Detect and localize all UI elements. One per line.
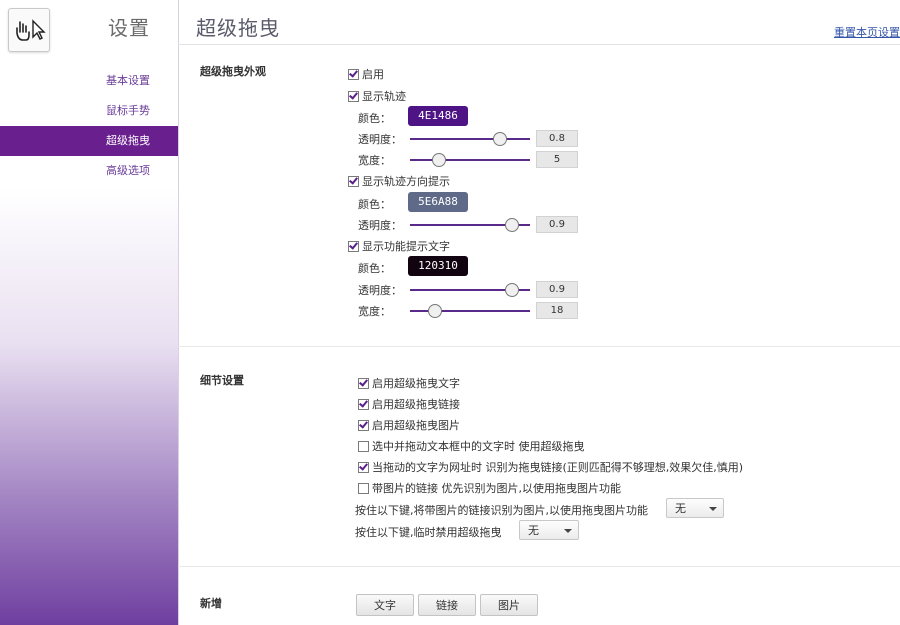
key-disable-label: 按住以下键,临时禁用超级拖曳: [355, 526, 502, 539]
section-label-appearance: 超级拖曳外观: [200, 65, 266, 78]
detail-option-row[interactable]: 启用超级拖曳图片: [358, 417, 460, 433]
text-width-label: 宽度：: [358, 305, 391, 318]
direction-opacity-label: 透明度：: [358, 219, 402, 232]
slider-thumb[interactable]: [431, 153, 446, 167]
sidebar-item-super-drag[interactable]: 超级拖曳: [0, 126, 178, 156]
trail-color-label: 颜色：: [358, 112, 391, 125]
trail-color-picker[interactable]: 4E1486: [408, 106, 468, 126]
slider-thumb[interactable]: [493, 132, 507, 146]
text-opacity-slider[interactable]: [410, 283, 530, 297]
detail-option-label: 启用超级拖曳链接: [372, 398, 460, 411]
section-divider: [178, 346, 900, 347]
add-text-rule-button[interactable]: 文字: [356, 594, 414, 616]
detail-option-label: 启用超级拖曳图片: [372, 419, 460, 432]
show-direction-checkbox-row[interactable]: 显示轨迹方向提示: [348, 173, 450, 189]
slider-thumb[interactable]: [428, 304, 443, 318]
section-label-new: 新增: [200, 597, 222, 610]
detail-option-label: 当拖动的文字为网址时 识别为拖曳链接(正则匹配得不够理想,效果欠佳,慎用): [372, 461, 744, 474]
show-trail-checkbox[interactable]: [348, 90, 359, 102]
show-direction-label: 显示轨迹方向提示: [362, 175, 450, 188]
text-color-label: 颜色：: [358, 262, 391, 275]
detail-option-label: 启用超级拖曳文字: [372, 377, 460, 390]
detail-option-row[interactable]: 选中并拖动文本框中的文字时 使用超级拖曳: [358, 438, 585, 454]
slider-thumb[interactable]: [505, 283, 519, 297]
key-disable-select-value: 无: [528, 524, 539, 537]
page-title: 超级拖曳: [196, 16, 280, 40]
trail-width-label: 宽度：: [358, 154, 391, 167]
detail-option-label: 选中并拖动文本框中的文字时 使用超级拖曳: [372, 440, 585, 453]
direction-opacity-slider[interactable]: [410, 218, 530, 232]
detail-option-row[interactable]: 启用超级拖曳链接: [358, 396, 460, 412]
detail-option-row[interactable]: 启用超级拖曳文字: [358, 375, 460, 391]
trail-width-value[interactable]: 5: [536, 151, 578, 168]
sidebar-nav: 基本设置 鼠标手势 超级拖曳 高级选项: [0, 66, 178, 186]
text-opacity-value[interactable]: 0.9: [536, 281, 578, 298]
show-text-label: 显示功能提示文字: [362, 240, 450, 253]
enable-checkbox[interactable]: [348, 68, 359, 80]
sidebar-item-mouse-gesture[interactable]: 鼠标手势: [0, 96, 178, 126]
direction-color-label: 颜色：: [358, 198, 391, 211]
enable-checkbox-row[interactable]: 启用: [348, 66, 384, 82]
detail-checkbox[interactable]: [358, 419, 369, 431]
show-text-checkbox-row[interactable]: 显示功能提示文字: [348, 238, 450, 254]
chevron-down-icon: [709, 507, 717, 511]
sidebar-item-advanced[interactable]: 高级选项: [0, 156, 178, 186]
sidebar: 设置 基本设置 鼠标手势 超级拖曳 高级选项: [0, 0, 179, 625]
chevron-down-icon: [564, 529, 572, 533]
trail-width-slider[interactable]: [410, 153, 530, 167]
sidebar-title: 设置: [108, 16, 150, 40]
text-width-value[interactable]: 18: [536, 302, 578, 319]
header-divider: [178, 44, 900, 45]
add-link-rule-button[interactable]: 链接: [418, 594, 476, 616]
reset-page-link[interactable]: 重置本页设置: [834, 24, 900, 40]
key-image-select[interactable]: 无: [666, 498, 724, 518]
detail-checkbox[interactable]: [358, 440, 369, 452]
app-logo: [8, 8, 50, 52]
show-trail-checkbox-row[interactable]: 显示轨迹: [348, 88, 406, 104]
detail-checkbox[interactable]: [358, 377, 369, 389]
direction-color-picker[interactable]: 5E6A88: [408, 192, 468, 212]
text-width-slider[interactable]: [410, 304, 530, 318]
show-trail-label: 显示轨迹: [362, 90, 406, 103]
main-panel: 超级拖曳 重置本页设置 超级拖曳外观 启用 显示轨迹 颜色： 4E1486 透明…: [178, 0, 900, 625]
trail-opacity-slider[interactable]: [410, 132, 530, 146]
key-image-label: 按住以下键,将带图片的链接识别为图片,以使用拖曳图片功能: [355, 504, 648, 517]
show-direction-checkbox[interactable]: [348, 175, 359, 187]
slider-thumb[interactable]: [505, 218, 519, 232]
detail-option-label: 带图片的链接 优先识别为图片,以使用拖曳图片功能: [372, 482, 621, 495]
text-opacity-label: 透明度：: [358, 284, 402, 297]
detail-checkbox[interactable]: [358, 461, 369, 473]
add-image-rule-button[interactable]: 图片: [480, 594, 538, 616]
detail-option-row[interactable]: 带图片的链接 优先识别为图片,以使用拖曳图片功能: [358, 480, 621, 496]
detail-option-row[interactable]: 当拖动的文字为网址时 识别为拖曳链接(正则匹配得不够理想,效果欠佳,慎用): [358, 459, 743, 475]
key-disable-select[interactable]: 无: [519, 520, 579, 540]
detail-checkbox[interactable]: [358, 482, 369, 494]
gesture-hand-cursor-icon: [16, 19, 46, 41]
sidebar-item-basic[interactable]: 基本设置: [0, 66, 178, 96]
text-color-picker[interactable]: 120310: [408, 256, 468, 276]
section-label-details: 细节设置: [200, 374, 244, 387]
section-divider: [178, 566, 900, 567]
key-image-select-value: 无: [675, 502, 686, 515]
show-text-checkbox[interactable]: [348, 240, 359, 252]
trail-opacity-label: 透明度：: [358, 133, 402, 146]
trail-opacity-value[interactable]: 0.8: [536, 130, 578, 147]
direction-opacity-value[interactable]: 0.9: [536, 216, 578, 233]
detail-checkbox[interactable]: [358, 398, 369, 410]
enable-label: 启用: [362, 68, 384, 81]
